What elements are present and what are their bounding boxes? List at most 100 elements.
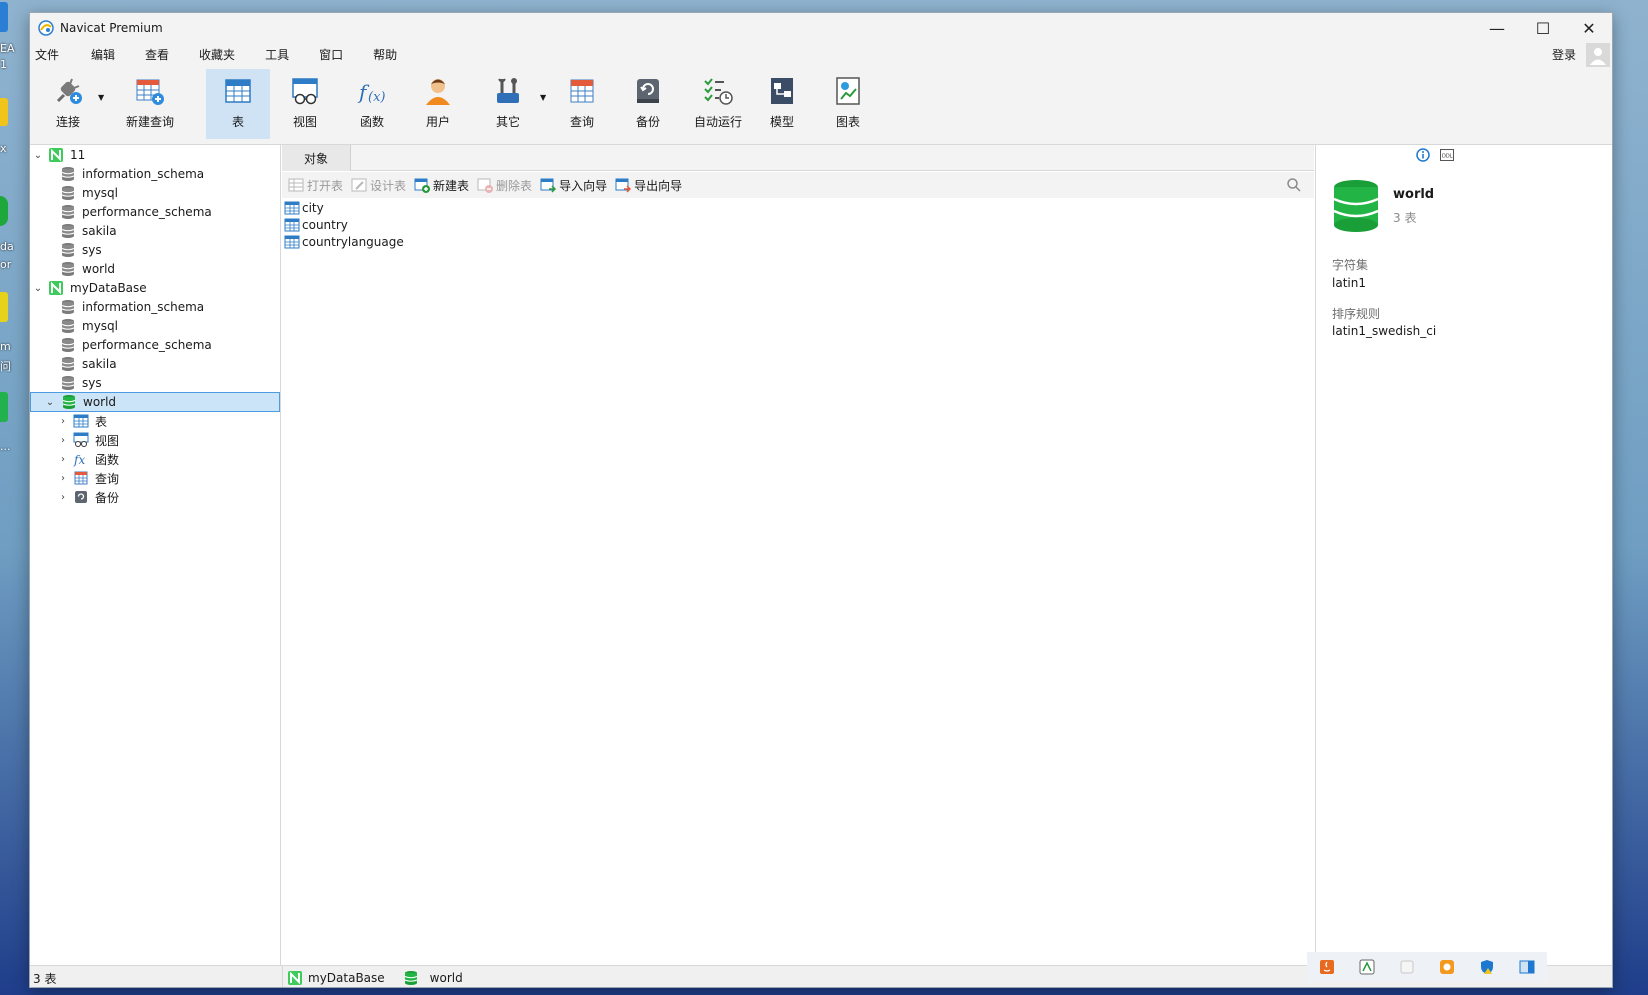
maximize-button[interactable]: ☐: [1520, 13, 1566, 43]
tree-connection-mydatabase[interactable]: ⌄ myDataBase: [30, 278, 280, 298]
chart-button[interactable]: 图表: [816, 69, 880, 139]
tree-db-information-schema[interactable]: information_schema: [30, 164, 280, 184]
table-name: city: [302, 200, 324, 215]
chevron-right-icon[interactable]: ›: [57, 492, 69, 503]
user-avatar[interactable]: [1586, 43, 1610, 67]
menu-view[interactable]: 查看: [136, 43, 178, 67]
db-name: world: [1393, 187, 1435, 202]
design-table-label: 设计表: [370, 178, 407, 193]
title-bar[interactable]: Navicat Premium — ☐ ✕: [30, 13, 1612, 43]
desktop-icon[interactable]: [0, 2, 8, 32]
tree-db-world-selected[interactable]: ⌄ world: [30, 392, 280, 412]
tree-node-views[interactable]: › 视图: [30, 430, 280, 450]
chevron-right-icon[interactable]: ›: [57, 454, 69, 465]
backup-icon: [637, 79, 659, 103]
minimize-button[interactable]: —: [1474, 13, 1520, 43]
new-table-button[interactable]: 新建表: [414, 177, 469, 194]
tree-db-sakila[interactable]: sakila: [30, 221, 280, 241]
navicat-tray-icon[interactable]: [1359, 959, 1375, 975]
model-button[interactable]: 模型: [750, 69, 814, 139]
tree-db-sakila[interactable]: sakila: [30, 354, 280, 374]
status-count: 3 表: [33, 972, 57, 986]
tree-connection-11[interactable]: ⌄ 11: [30, 145, 280, 165]
java-icon[interactable]: [1319, 959, 1335, 975]
list-item-table[interactable]: city: [282, 199, 1314, 216]
chevron-right-icon[interactable]: ›: [57, 416, 69, 427]
list-item-table[interactable]: country: [282, 216, 1314, 233]
database-icon: [61, 262, 75, 276]
tree-db-performance-schema[interactable]: performance_schema: [30, 335, 280, 355]
view-label: 视图: [292, 115, 317, 129]
tree-db-sys[interactable]: sys: [30, 373, 280, 393]
open-table-icon: [288, 178, 304, 192]
tree-db-mysql[interactable]: mysql: [30, 183, 280, 203]
desktop-label: x: [0, 142, 7, 155]
database-large-icon: [1333, 180, 1379, 232]
new-query-button[interactable]: 新建查询: [114, 69, 186, 139]
tree-node-queries[interactable]: › 查询: [30, 468, 280, 488]
tree-node-functions[interactable]: › fx 函数: [30, 449, 280, 469]
chevron-right-icon[interactable]: ›: [57, 473, 69, 484]
login-link[interactable]: 登录: [1552, 43, 1576, 67]
menu-window[interactable]: 窗口: [310, 43, 352, 67]
table-button[interactable]: 表: [206, 69, 270, 139]
open-table-button[interactable]: 打开表: [288, 177, 343, 194]
security-icon[interactable]: [1479, 959, 1495, 975]
tab-objects[interactable]: 对象: [282, 145, 351, 171]
database-open-icon: [62, 395, 76, 409]
info-icon[interactable]: [1416, 148, 1430, 162]
tree-db-information-schema[interactable]: information_schema: [30, 297, 280, 317]
desktop-label: EA: [0, 42, 15, 55]
tree-node-backups[interactable]: › 备份: [30, 487, 280, 507]
close-button[interactable]: ✕: [1566, 13, 1612, 43]
panel-toggle-icon[interactable]: [1519, 959, 1535, 975]
connection-tree: ⌄ 11 information_schema mysql performanc…: [30, 145, 281, 965]
connect-button[interactable]: 连接: [40, 69, 96, 139]
connect-dropdown-icon[interactable]: ▼: [98, 93, 104, 102]
export-wizard-button[interactable]: 导出向导: [615, 177, 682, 194]
tree-node-label: 查询: [95, 471, 120, 486]
view-button[interactable]: 视图: [273, 69, 337, 139]
tree-db-world[interactable]: world: [30, 259, 280, 279]
chevron-right-icon[interactable]: ›: [57, 435, 69, 446]
tree-node-tables[interactable]: › 表: [30, 411, 280, 431]
tree-db-sys[interactable]: sys: [30, 240, 280, 260]
menu-help[interactable]: 帮助: [364, 43, 406, 67]
backup-button[interactable]: 备份: [616, 69, 680, 139]
delete-table-button[interactable]: 删除表: [477, 177, 532, 194]
chevron-down-icon[interactable]: ⌄: [32, 283, 44, 294]
desktop-icon[interactable]: [0, 98, 8, 126]
ddl-icon[interactable]: DDL: [1440, 148, 1454, 162]
function-button[interactable]: f (x) 函数: [340, 69, 404, 139]
other-button[interactable]: 其它: [476, 69, 540, 139]
design-table-button[interactable]: 设计表: [351, 177, 406, 194]
search-icon[interactable]: [1286, 177, 1302, 193]
tree-db-label: performance_schema: [82, 205, 212, 219]
automation-button[interactable]: 自动运行: [682, 69, 754, 139]
tree-node-label: 函数: [95, 452, 120, 467]
object-panel: 对象 打开表 设计表 新建表 删除表 导入向导 导出向导 city countr…: [282, 145, 1314, 965]
blank-tray-icon[interactable]: [1399, 959, 1415, 975]
import-wizard-button[interactable]: 导入向导: [540, 177, 607, 194]
tree-db-performance-schema[interactable]: performance_schema: [30, 202, 280, 222]
import-wizard-label: 导入向导: [559, 178, 608, 193]
chevron-down-icon[interactable]: ⌄: [44, 397, 56, 408]
menu-file[interactable]: 文件: [30, 43, 68, 67]
database-icon: [61, 319, 75, 333]
desktop-icon[interactable]: [0, 196, 8, 226]
desktop-icon[interactable]: [0, 392, 8, 422]
menu-favorites[interactable]: 收藏夹: [190, 43, 244, 67]
query-button[interactable]: 查询: [550, 69, 614, 139]
other-dropdown-icon[interactable]: ▼: [540, 93, 546, 102]
chevron-down-icon[interactable]: ⌄: [32, 150, 44, 161]
list-item-table[interactable]: countrylanguage: [282, 233, 1314, 250]
tree-db-mysql[interactable]: mysql: [30, 316, 280, 336]
import-icon: [540, 178, 557, 193]
table-icon: [225, 79, 251, 103]
app-tray-icon[interactable]: [1439, 959, 1455, 975]
user-button[interactable]: 用户: [406, 69, 470, 139]
tree-db-label: information_schema: [82, 167, 205, 181]
desktop-icon[interactable]: [0, 292, 8, 322]
menu-tools[interactable]: 工具: [256, 43, 298, 67]
menu-edit[interactable]: 编辑: [82, 43, 124, 67]
